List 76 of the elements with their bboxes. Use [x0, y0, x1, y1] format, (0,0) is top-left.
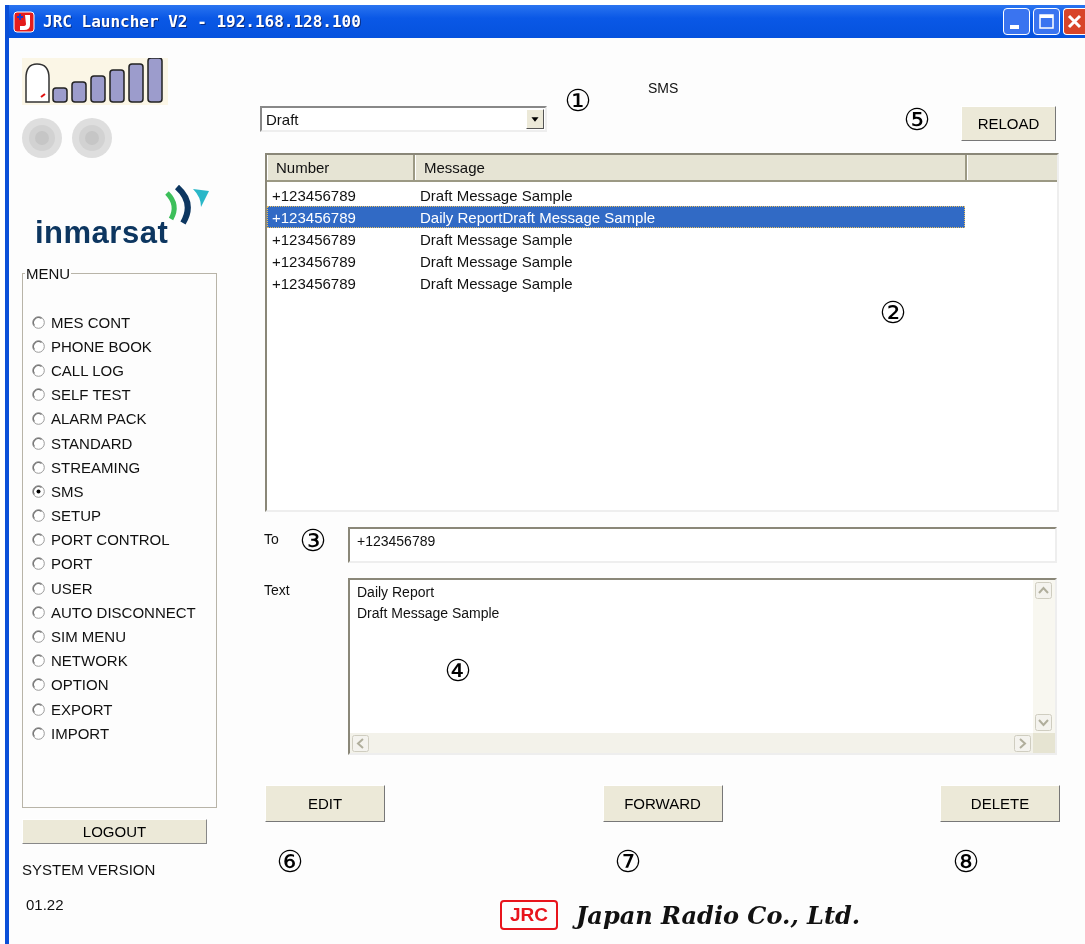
to-label: To — [264, 530, 279, 549]
menu-item[interactable]: PORT — [32, 551, 216, 577]
message-cell-text: Draft Message Sample — [419, 273, 574, 293]
system-version-value: 01.22 — [26, 896, 65, 913]
minimize-button[interactable] — [1003, 8, 1030, 35]
status-lamp-icon — [72, 118, 112, 158]
page-title: SMS — [648, 80, 680, 96]
menu-item[interactable]: SELF TEST — [32, 382, 216, 407]
callout-number: ⑦ — [613, 846, 643, 878]
text-label: Text — [264, 581, 290, 600]
folder-dropdown[interactable]: Draft — [260, 106, 547, 132]
message-row[interactable]: +123456789 Draft Message Sample — [267, 250, 965, 272]
menu-item[interactable]: STREAMING — [32, 455, 216, 480]
scrollbar-corner — [1033, 733, 1055, 753]
logo-text: inmarsat — [35, 215, 169, 251]
menu-item[interactable]: EXPORT — [32, 697, 216, 722]
column-header[interactable]: Number — [267, 155, 415, 180]
menu-item[interactable]: CALL LOG — [32, 358, 216, 383]
scroll-down-icon[interactable] — [1035, 714, 1052, 731]
vertical-scrollbar[interactable] — [1033, 580, 1055, 733]
number-cell-text: +123456789 — [271, 185, 357, 205]
callout-number: ③ — [298, 525, 328, 557]
menu-item[interactable]: OPTION — [32, 672, 216, 697]
message-row[interactable]: +123456789 Draft Message Sample — [267, 228, 965, 250]
logout-button[interactable]: LOGOUT — [22, 819, 207, 844]
system-version-label: SYSTEM VERSION — [22, 861, 157, 878]
number-cell-text: +123456789 — [271, 207, 357, 227]
menu-item[interactable]: IMPORT — [32, 721, 216, 746]
action-button[interactable]: FORWARD — [602, 785, 723, 822]
scroll-up-icon[interactable] — [1035, 582, 1052, 599]
action-button[interactable]: DELETE — [940, 785, 1060, 822]
menu-item[interactable]: AUTO DISCONNECT — [32, 600, 216, 625]
menu-item[interactable]: ALARM PACK — [32, 406, 216, 431]
callout-number: ① — [563, 85, 593, 117]
menu-item[interactable]: SETUP — [32, 503, 216, 528]
menu-item[interactable]: PORT CONTROL — [32, 527, 216, 552]
menu-item[interactable]: PHONE BOOK — [32, 334, 216, 359]
message-row[interactable]: +123456789 Draft Message Sample — [267, 272, 965, 294]
callout-number: ⑥ — [275, 846, 305, 878]
window-title: JRC Launcher V2 - 192.168.128.100 — [43, 12, 361, 31]
reload-button[interactable]: RELOAD — [961, 106, 1056, 141]
callout-number: ④ — [443, 655, 473, 687]
number-cell-text: +123456789 — [271, 251, 357, 271]
scroll-right-icon[interactable] — [1014, 735, 1031, 752]
status-lamp-icon — [22, 118, 62, 158]
column-header[interactable]: Message — [415, 155, 967, 180]
menu-item[interactable]: STANDARD — [32, 430, 216, 456]
maximize-icon — [1038, 13, 1055, 30]
menu-title: MENU — [25, 265, 72, 282]
message-cell-text: Draft Message Sample — [419, 229, 574, 249]
signal-strength-icon — [22, 58, 168, 105]
message-row[interactable]: +123456789 Draft Message Sample — [267, 184, 965, 206]
menu-item[interactable]: NETWORK — [32, 648, 216, 673]
close-icon — [1066, 13, 1083, 30]
action-button[interactable]: EDIT — [265, 785, 385, 822]
app-icon — [13, 10, 35, 33]
menu-item[interactable]: USER — [32, 576, 216, 601]
callout-number: ② — [878, 297, 908, 329]
callout-number: ⑤ — [902, 104, 932, 136]
number-cell-text: +123456789 — [271, 273, 357, 293]
scroll-left-icon[interactable] — [352, 735, 369, 752]
close-button[interactable] — [1063, 8, 1085, 35]
to-field[interactable]: +123456789 — [348, 527, 1057, 563]
number-cell-text: +123456789 — [271, 229, 357, 249]
message-cell-text: Draft Message Sample — [419, 185, 574, 205]
maximize-button[interactable] — [1033, 8, 1060, 35]
menu-item[interactable]: MES CONT — [32, 310, 216, 335]
minimize-icon — [1009, 24, 1019, 29]
message-row[interactable]: +123456789 Daily ReportDraft Message Sample — [267, 206, 965, 228]
message-cell-text: Daily ReportDraft Message Sample — [419, 207, 657, 227]
horizontal-scrollbar[interactable] — [350, 733, 1033, 753]
jrc-logo: JRC — [500, 900, 558, 930]
menu-item[interactable]: SIM MENU — [32, 624, 216, 649]
menu-item[interactable]: SMS — [32, 479, 216, 504]
message-cell-text: Draft Message Sample — [419, 251, 574, 271]
callout-number: ⑧ — [951, 846, 981, 878]
